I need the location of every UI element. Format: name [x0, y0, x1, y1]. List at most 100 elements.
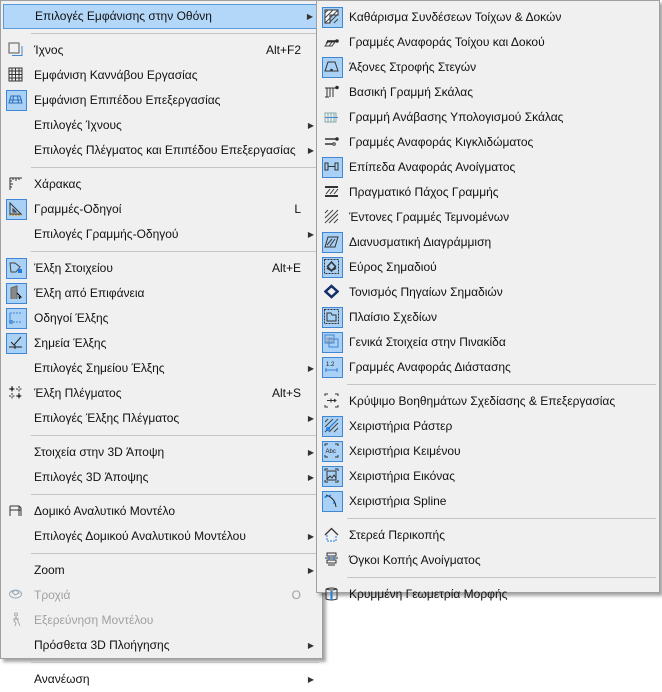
submenu-arrow-icon: ▶	[307, 448, 314, 457]
menu-item-true-line-weight[interactable]: Πραγματικό Πάχος Γραμμής	[319, 180, 657, 205]
menu-item-label: Πραγματικό Πάχος Γραμμής	[349, 185, 499, 199]
submenu-arrow-icon: ▶	[307, 675, 314, 684]
drawing-frame-icon-graphic	[324, 309, 339, 324]
trace-icon-graphic	[8, 42, 23, 56]
menu-item-submenu-26[interactable]: Zoom ▶	[3, 558, 320, 583]
svg-text:Abc: Abc	[326, 449, 336, 455]
menu-item-clean-intersections[interactable]: Καθάρισμα Συνδέσεων Τοίχων & Δοκών	[319, 5, 657, 30]
element-snap-icon-graphic	[9, 262, 22, 273]
menu-item-label: Επιλογές Εμφάνισης στην Οθόνη	[35, 9, 212, 23]
menu-item-surface-snap[interactable]: Έλξη από Επιφάνεια	[3, 281, 320, 306]
snap-points-icon-graphic	[9, 336, 22, 349]
submenu-arrow-icon: ▶	[307, 121, 314, 130]
menu-item-vectorial-hatching[interactable]: Διανυσματική Διαγράμμιση	[319, 230, 657, 255]
grid-snap-icon-graphic	[9, 386, 22, 399]
submenu-arrow-icon: ▶	[307, 230, 314, 239]
menu-item-label: Καθάρισμα Συνδέσεων Τοίχων & Δοκών	[349, 10, 562, 24]
menu-item-stair-baseline[interactable]: Βασική Γραμμή Σκάλας	[319, 80, 657, 105]
menu-item-text-handles[interactable]: Abc Χειριστήρια Κειμένου	[319, 439, 657, 464]
menu-item-label: Δομικό Αναλυτικό Μοντέλο	[34, 504, 175, 518]
menu-item-label: Χάρακας	[34, 177, 82, 191]
analytical-model-icon	[6, 501, 27, 522]
menu-item-submenu-0[interactable]: Επιλογές Εμφάνισης στην Οθόνη ▶	[3, 4, 320, 29]
menu-item-element-snap[interactable]: Έλξη Στοιχείου Alt+E	[3, 256, 320, 281]
menu-item-opening-reference[interactable]: Επίπεδα Αναφοράς Ανοίγματος	[319, 155, 657, 180]
menu-item-submenu-18[interactable]: Επιλογές Έλξης Πλέγματος ▶	[3, 406, 320, 431]
menu-item-bold-cut-lines[interactable]: Έντονες Γραμμές Τεμνομένων	[319, 205, 657, 230]
menu-item-label: Άξονες Στροφής Στεγών	[349, 60, 477, 74]
menu-item-dimension-reference[interactable]: 1.2 Γραμμές Αναφοράς Διάστασης	[319, 355, 657, 380]
menu-item-label: Γραμμές Αναφοράς Διάστασης	[349, 360, 511, 374]
menu-item-submenu-21[interactable]: Επιλογές 3D Άποψης ▶	[3, 465, 320, 490]
menu-item-submenu-16[interactable]: Επιλογές Σημείου Έλξης ▶	[3, 356, 320, 381]
analytical-model-icon-graphic	[9, 505, 22, 516]
menu-item-label: Γραμμές Αναφοράς Κιγκλιδώματος	[349, 135, 534, 149]
menu-item-submenu-5[interactable]: Επιλογές Ίχνους ▶	[3, 113, 320, 138]
menu-item-label: Οδηγοί Έλξης	[34, 311, 109, 325]
menu-item-submenu-29[interactable]: Πρόσθετα 3D Πλοήγησης ▶	[3, 633, 320, 658]
menu-item-submenu-6[interactable]: Επιλογές Πλέγματος και Επιπέδου Επεξεργα…	[3, 138, 320, 163]
menu-item-source-marker[interactable]: Τονισμός Πηγαίων Σημαδιών	[319, 280, 657, 305]
submenu-arrow-icon: ▶	[307, 364, 314, 373]
menu-item-label: Γραμμή Ανάβασης Υπολογισμού Σκάλας	[349, 110, 564, 124]
menu-item-stair-walking-line[interactable]: Γραμμή Ανάβασης Υπολογισμού Σκάλας	[319, 105, 657, 130]
shortcut-label: L	[294, 202, 301, 216]
menu-item-label: Έλξη Στοιχείου	[34, 261, 113, 275]
railing-reference-icon-graphic	[325, 137, 339, 146]
menu-item-label: Τροχιά	[34, 588, 71, 602]
menu-item-trace[interactable]: Ίχνος Alt+F2	[3, 38, 320, 63]
menu-item-submenu-24[interactable]: Επιλογές Δομικού Αναλυτικού Μοντέλου ▶	[3, 524, 320, 549]
shortcut-label: O	[291, 588, 301, 602]
menu-item-drawing-frame[interactable]: Πλαίσιο Σχεδίων	[319, 305, 657, 330]
menu-item-submenu-20[interactable]: Στοιχεία στην 3D Άποψη ▶	[3, 440, 320, 465]
menu-item-label: Ίχνος	[34, 43, 64, 57]
menu-item-guide-lines[interactable]: Γραμμές-Οδηγοί L	[3, 197, 320, 222]
explore-icon	[6, 610, 27, 631]
menu-item-label: Χειριστήρια Εικόνας	[349, 469, 456, 483]
shortcut-label: Alt+F2	[265, 43, 301, 57]
menu-item-editing-plane[interactable]: Εμφάνιση Επιπέδου Επεξεργασίας	[3, 88, 320, 113]
menu-item-marker-range[interactable]: Εύρος Σημαδιού	[319, 255, 657, 280]
menu-item-roof-pivot[interactable]: Άξονες Στροφής Στεγών	[319, 55, 657, 80]
menu-item-raster-handles[interactable]: Χειριστήρια Ράστερ	[319, 414, 657, 439]
grid-icon	[6, 65, 27, 86]
menu-item-label: Χειριστήρια Spline	[349, 494, 447, 508]
menu-item-hidden-geometry[interactable]: Κρυμμένη Γεωμετρία Μορφής	[319, 582, 657, 607]
menu-item-label: Στερεά Περικοπής	[349, 528, 445, 542]
menu-item-trimming-bodies[interactable]: Στερεά Περικοπής	[319, 523, 657, 548]
submenu-arrow-icon: ▶	[306, 12, 313, 21]
menu-item-label: Επίπεδα Αναφοράς Ανοίγματος	[349, 160, 516, 174]
clean-intersections-icon-graphic	[324, 9, 339, 24]
menu-separator	[31, 435, 319, 436]
shortcut-label: Alt+S	[271, 386, 301, 400]
guide-lines-icon-graphic	[9, 201, 23, 216]
menu-item-label: Επιλογές Ίχνους	[34, 118, 122, 132]
menu-item-image-handles[interactable]: Χειριστήρια Εικόνας	[319, 464, 657, 489]
menu-item-snap-guides[interactable]: Οδηγοί Έλξης	[3, 306, 320, 331]
menu-item-grid-snap[interactable]: Έλξη Πλέγματος Alt+S	[3, 381, 320, 406]
roof-pivot-icon	[322, 57, 343, 78]
menu-item-analytical-model[interactable]: Δομικό Αναλυτικό Μοντέλο	[3, 499, 320, 524]
menu-item-opening-cut-bodies[interactable]: Όγκοι Κοπής Ανοίγματος	[319, 548, 657, 573]
menu-item-wall-reference-line[interactable]: Γραμμές Αναφοράς Τοίχου και Δοκού	[319, 30, 657, 55]
menu-item-grid[interactable]: Εμφάνιση Καννάβου Εργασίας	[3, 63, 320, 88]
drawing-frame-icon	[322, 307, 343, 328]
menu-item-master-items[interactable]: Γενικά Στοιχεία στην Πινακίδα	[319, 330, 657, 355]
menu-item-hide-aids[interactable]: Κρύψιμο Βοηθημάτων Σχεδίασης & Επεξεργασ…	[319, 389, 657, 414]
orbit-icon	[6, 585, 27, 606]
menu-item-label: Πλαίσιο Σχεδίων	[349, 310, 437, 324]
menu-item-railing-reference[interactable]: Γραμμές Αναφοράς Κιγκλιδώματος	[319, 130, 657, 155]
menu-item-submenu-10[interactable]: Επιλογές Γραμμής-Οδηγού ▶	[3, 222, 320, 247]
spline-handles-icon	[322, 491, 343, 512]
menu-item-label: Επιλογές Έλξης Πλέγματος	[34, 411, 180, 425]
menu-item-snap-points[interactable]: Σημεία Έλξης	[3, 331, 320, 356]
menu-item-ruler[interactable]: Χάρακας	[3, 172, 320, 197]
menu-item-spline-handles[interactable]: Χειριστήρια Spline	[319, 489, 657, 514]
menu-item-label: Πρόσθετα 3D Πλοήγησης	[34, 638, 170, 652]
menu-item-label: Βασική Γραμμή Σκάλας	[349, 85, 473, 99]
menu-separator	[31, 494, 319, 495]
menu-item-explore: Εξερεύνηση Μοντέλου	[3, 608, 320, 633]
stair-walking-line-icon	[322, 107, 343, 128]
menu-item-submenu-31[interactable]: Ανανέωση ▶	[3, 667, 320, 692]
menu-item-orbit: Τροχιά O	[3, 583, 320, 608]
